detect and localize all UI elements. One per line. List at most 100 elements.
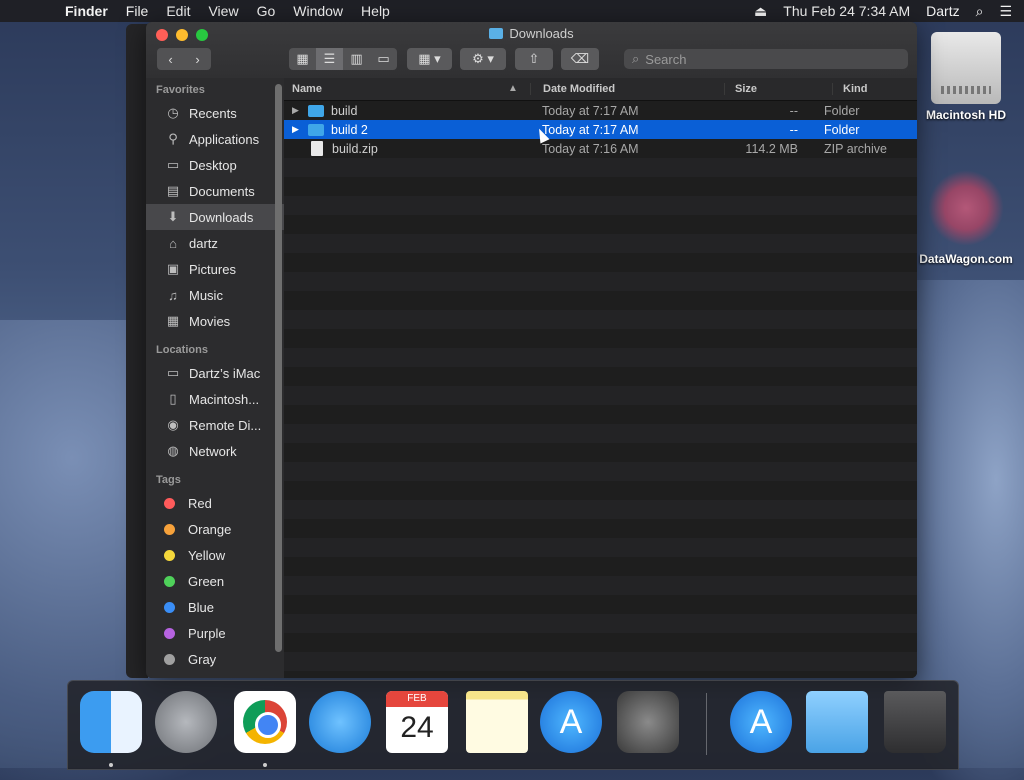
share-button[interactable]: ⇧ xyxy=(515,48,553,70)
empty-row xyxy=(284,234,917,253)
menu-file[interactable]: File xyxy=(117,3,158,19)
sidebar-tag-purple[interactable]: Purple xyxy=(146,620,284,646)
menu-view[interactable]: View xyxy=(199,3,247,19)
desktop-icon-macintosh-hd[interactable]: Macintosh HD xyxy=(916,32,1016,122)
desktop-icon-datawagon[interactable]: DataWagon.com xyxy=(916,170,1016,266)
menu-go[interactable]: Go xyxy=(248,3,285,19)
search-field[interactable]: ⌕ Search xyxy=(624,49,908,69)
sidebar-tag-green[interactable]: Green xyxy=(146,568,284,594)
action-gear-button[interactable]: ⚙ ▾ xyxy=(460,48,506,70)
system-preferences-dock-icon[interactable] xyxy=(617,691,679,753)
app-store-download-dock-icon[interactable]: A xyxy=(730,691,792,753)
menu-edit[interactable]: Edit xyxy=(157,3,199,19)
trash-dock-icon[interactable] xyxy=(884,691,946,753)
file-row[interactable]: ▶ build 2 Today at 7:17 AM -- Folder xyxy=(284,120,917,139)
notes-dock-icon[interactable] xyxy=(466,691,528,753)
list-view-icon[interactable]: ☰ xyxy=(316,48,343,70)
file-row[interactable]: build.zip Today at 7:16 AM 114.2 MB ZIP arc… xyxy=(284,139,917,158)
disclosure-triangle-icon[interactable]: ▶ xyxy=(292,124,308,135)
column-headers: Name ▲ Date Modified Size Kind xyxy=(284,78,917,101)
sidebar-item-applications[interactable]: ⚲ Applications xyxy=(146,126,284,152)
chrome-dock-icon[interactable] xyxy=(234,691,296,753)
sidebar-item-dartz[interactable]: ⌂ dartz xyxy=(146,230,284,256)
menu-window[interactable]: Window xyxy=(284,3,352,19)
launchpad-dock-icon[interactable] xyxy=(155,691,217,753)
running-indicator xyxy=(109,763,113,767)
empty-row xyxy=(284,500,917,519)
sidebar-header-locations: Locations xyxy=(156,344,208,356)
forward-button[interactable]: › xyxy=(184,48,211,70)
tag-color-dot-icon xyxy=(164,523,175,535)
remote-disc-icon: ◉ xyxy=(167,417,179,432)
column-header-name[interactable]: Name xyxy=(284,83,530,95)
title-bar[interactable]: Downloads ‹ › ▦ ☰ ▥ ▭ ▦ ▾ ⚙ ▾ ⇧ ⌫ ⌕ Sear… xyxy=(146,22,917,78)
tag-color-dot-icon xyxy=(164,575,175,587)
sidebar-item-label: Desktop xyxy=(189,157,237,173)
background-window[interactable] xyxy=(126,24,148,678)
gallery-view-icon[interactable]: ▭ xyxy=(370,48,397,70)
sidebar-item-music[interactable]: ♫ Music xyxy=(146,282,284,308)
empty-row xyxy=(284,272,917,291)
icon-view-icon[interactable]: ▦ xyxy=(289,48,316,70)
sidebar-tag-yellow[interactable]: Yellow xyxy=(146,542,284,568)
empty-row xyxy=(284,386,917,405)
column-view-icon[interactable]: ▥ xyxy=(343,48,370,70)
sidebar-item-remote-di[interactable]: ◉ Remote Di... xyxy=(146,412,284,438)
disclosure-triangle-icon[interactable]: ▶ xyxy=(292,105,308,116)
sidebar-item-label: Macintosh... xyxy=(189,391,260,407)
back-button[interactable]: ‹ xyxy=(157,48,184,70)
menubar-clock[interactable]: Thu Feb 24 7:34 AM xyxy=(783,3,910,19)
menu-help[interactable]: Help xyxy=(352,3,399,19)
safari-dock-icon[interactable] xyxy=(309,691,371,753)
file-size: -- xyxy=(789,122,798,137)
sidebar-item-label: Music xyxy=(189,287,223,303)
sidebar-tag-blue[interactable]: Blue xyxy=(146,594,284,620)
edit-tags-button[interactable]: ⌫ xyxy=(561,48,599,70)
sidebar-tag-red[interactable]: Red xyxy=(146,490,284,516)
file-size: -- xyxy=(789,103,798,118)
tag-color-dot-icon xyxy=(164,497,175,509)
downloads-folder-dock-icon[interactable] xyxy=(806,691,868,753)
menubar-user[interactable]: Dartz xyxy=(926,3,959,19)
sidebar-item-downloads[interactable]: ⬇ Downloads xyxy=(146,204,284,230)
desktop-icon-label: DataWagon.com xyxy=(919,252,1013,266)
sidebar-scrollbar[interactable] xyxy=(275,84,282,652)
menu-finder[interactable]: Finder xyxy=(56,3,117,19)
dock-separator xyxy=(706,693,707,755)
column-header-kind[interactable]: Kind xyxy=(832,83,867,95)
sidebar-item-macintosh[interactable]: ▯ Macintosh... xyxy=(146,386,284,412)
file-row[interactable]: ▶ build Today at 7:17 AM -- Folder xyxy=(284,101,917,120)
window-title: Downloads xyxy=(146,26,917,41)
file-kind: Folder xyxy=(824,122,860,137)
sidebar-item-label: Recents xyxy=(189,105,237,121)
network-icon: ◍ xyxy=(167,443,179,458)
empty-row xyxy=(284,367,917,386)
sidebar-item-recents[interactable]: ◷ Recents xyxy=(146,100,284,126)
spotlight-icon[interactable]: ⌕ xyxy=(976,3,984,20)
calendar-day: 24 xyxy=(400,711,434,744)
group-by-button[interactable]: ▦ ▾ xyxy=(407,48,452,70)
calendar-dock-icon[interactable]: FEB 24 xyxy=(386,691,448,753)
app-store-dock-icon[interactable]: A xyxy=(540,691,602,753)
sidebar-tag-gray[interactable]: Gray xyxy=(146,646,284,672)
documents-icon: ▤ xyxy=(166,183,180,198)
empty-row xyxy=(284,481,917,500)
sidebar-item-pictures[interactable]: ▣ Pictures xyxy=(146,256,284,282)
sidebar-item-dartz-s-imac[interactable]: ▭ Dartz’s iMac xyxy=(146,360,284,386)
sidebar-tag-label: Gray xyxy=(188,651,217,667)
notification-center-icon[interactable]: ☰ xyxy=(999,3,1012,20)
sidebar-item-desktop[interactable]: ▭ Desktop xyxy=(146,152,284,178)
sidebar-item-documents[interactable]: ▤ Documents xyxy=(146,178,284,204)
hard-drive-icon xyxy=(931,32,1001,104)
file-rows: ▶ build Today at 7:17 AM -- Folder ▶ build 2 To… xyxy=(284,101,917,678)
eject-icon[interactable]: ⏏ xyxy=(754,3,767,20)
sidebar-item-network[interactable]: ◍ Network xyxy=(146,438,284,464)
sidebar-tag-orange[interactable]: Orange xyxy=(146,516,284,542)
empty-row xyxy=(284,443,917,462)
column-header-size[interactable]: Size xyxy=(724,83,832,95)
chrome-center-icon xyxy=(255,712,281,738)
finder-window: Downloads ‹ › ▦ ☰ ▥ ▭ ▦ ▾ ⚙ ▾ ⇧ ⌫ ⌕ Sear… xyxy=(146,22,917,678)
sidebar-item-movies[interactable]: ▦ Movies xyxy=(146,308,284,334)
finder-dock-icon[interactable] xyxy=(80,691,142,753)
column-header-date[interactable]: Date Modified xyxy=(530,83,724,95)
